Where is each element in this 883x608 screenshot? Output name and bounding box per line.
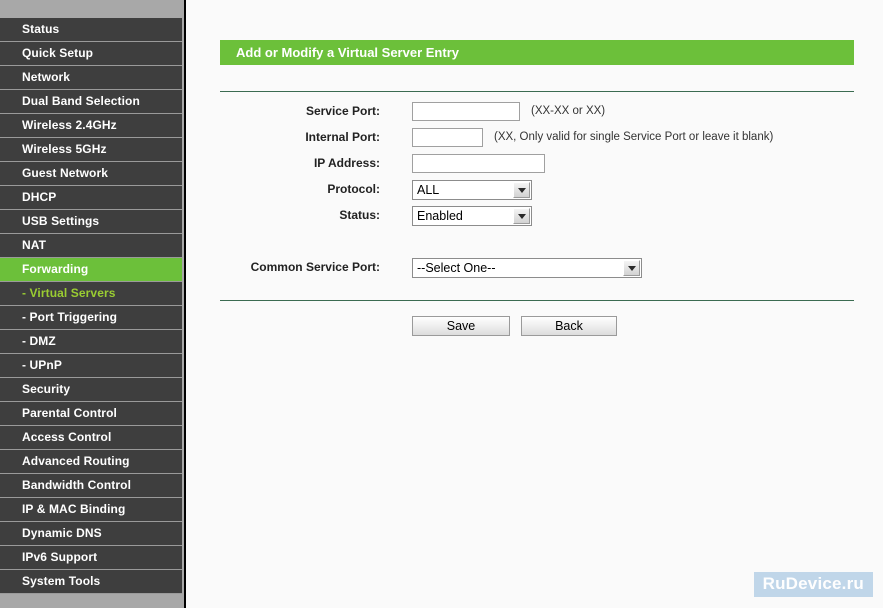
divider-top (220, 91, 854, 92)
form-row-ip-address: IP Address: (188, 154, 883, 180)
sidebar-item-dual-band-selection[interactable]: Dual Band Selection (0, 90, 182, 114)
sidebar-item-guest-network[interactable]: Guest Network (0, 162, 182, 186)
sidebar-item-wireless-2-4ghz[interactable]: Wireless 2.4GHz (0, 114, 182, 138)
chevron-down-icon[interactable] (513, 182, 530, 198)
protocol-select[interactable]: ALL (412, 180, 532, 200)
status-selected-value: Enabled (417, 209, 463, 223)
sidebar-item-access-control[interactable]: Access Control (0, 426, 182, 450)
internal-port-hint: (XX, Only valid for single Service Port … (494, 131, 774, 143)
sidebar-nav-list: Status Quick Setup Network Dual Band Select… (0, 18, 182, 594)
sidebar-item-dmz[interactable]: - DMZ (0, 330, 182, 354)
form-row-status: Status: Enabled (188, 206, 883, 232)
sidebar-item-ipv6-support[interactable]: IPv6 Support (0, 546, 182, 570)
internal-port-label: Internal Port: (305, 130, 380, 144)
sidebar-item-port-triggering[interactable]: - Port Triggering (0, 306, 182, 330)
status-select[interactable]: Enabled (412, 206, 532, 226)
service-port-input[interactable] (412, 102, 520, 121)
save-button[interactable]: Save (412, 316, 510, 336)
common-service-port-label: Common Service Port: (250, 260, 380, 274)
chevron-down-icon[interactable] (623, 260, 640, 276)
chevron-down-icon[interactable] (513, 208, 530, 224)
sidebar-item-nat[interactable]: NAT (0, 234, 182, 258)
sidebar-item-advanced-routing[interactable]: Advanced Routing (0, 450, 182, 474)
common-service-port-select[interactable]: --Select One-- (412, 258, 642, 278)
sidebar-item-virtual-servers[interactable]: - Virtual Servers (0, 282, 182, 306)
protocol-selected-value: ALL (417, 183, 440, 197)
sidebar-item-parental-control[interactable]: Parental Control (0, 402, 182, 426)
watermark: RuDevice.ru (753, 572, 873, 597)
status-label: Status: (339, 208, 380, 222)
sidebar-item-wireless-5ghz[interactable]: Wireless 5GHz (0, 138, 182, 162)
service-port-hint: (XX-XX or XX) (531, 105, 606, 117)
ip-address-label: IP Address: (313, 156, 380, 170)
page-title: Add or Modify a Virtual Server Entry (220, 40, 854, 65)
sidebar-item-bandwidth-control[interactable]: Bandwidth Control (0, 474, 182, 498)
sidebar-item-network[interactable]: Network (0, 66, 182, 90)
divider-bottom (220, 300, 854, 301)
sidebar-item-ip-mac-binding[interactable]: IP & MAC Binding (0, 498, 182, 522)
sidebar-item-quick-setup[interactable]: Quick Setup (0, 42, 182, 66)
sidebar: Status Quick Setup Network Dual Band Select… (0, 0, 186, 608)
service-port-label: Service Port: (305, 104, 380, 118)
form-row-internal-port: Internal Port: (XX, Only valid for singl… (188, 128, 883, 154)
sidebar-item-upnp[interactable]: - UPnP (0, 354, 182, 378)
back-button[interactable]: Back (521, 316, 617, 336)
common-service-port-selected-value: --Select One-- (417, 261, 496, 275)
sidebar-item-status[interactable]: Status (0, 18, 182, 42)
sidebar-item-dhcp[interactable]: DHCP (0, 186, 182, 210)
internal-port-input[interactable] (412, 128, 483, 147)
form-row-protocol: Protocol: ALL (188, 180, 883, 206)
sidebar-item-dynamic-dns[interactable]: Dynamic DNS (0, 522, 182, 546)
sidebar-item-security[interactable]: Security (0, 378, 182, 402)
sidebar-item-forwarding[interactable]: Forwarding (0, 258, 182, 282)
sidebar-item-usb-settings[interactable]: USB Settings (0, 210, 182, 234)
sidebar-item-system-tools[interactable]: System Tools (0, 570, 182, 594)
protocol-label: Protocol: (327, 182, 380, 196)
main-content: Add or Modify a Virtual Server Entry Ser… (188, 0, 883, 608)
form-row-service-port: Service Port: (XX-XX or XX) (188, 102, 883, 128)
ip-address-input[interactable] (412, 154, 545, 173)
form-row-common-service-port: Common Service Port: --Select One-- (188, 258, 883, 284)
